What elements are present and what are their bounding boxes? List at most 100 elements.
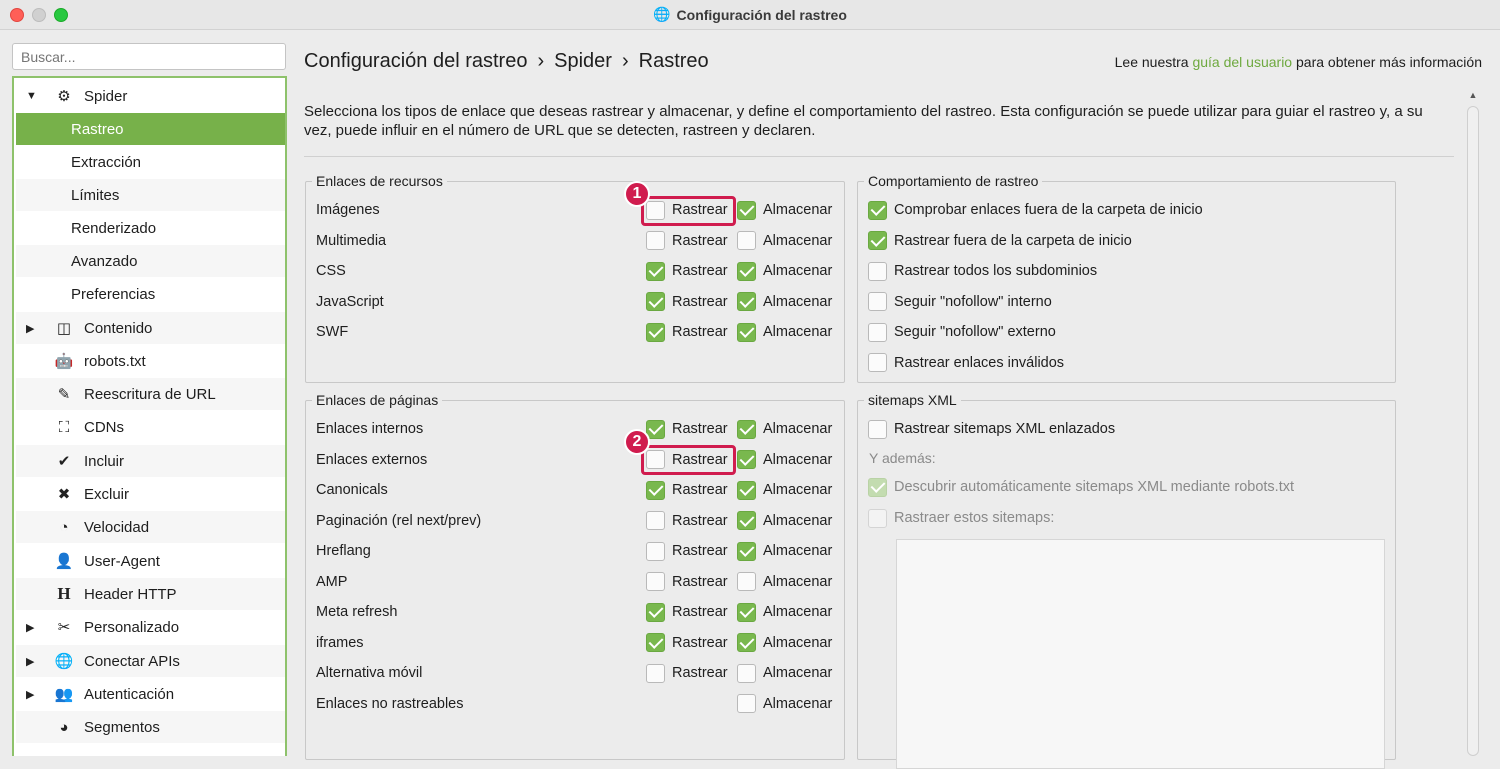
crawl-multimedia-checkbox[interactable]: Rastrear — [646, 230, 728, 252]
scroll-up-icon[interactable]: ▲ — [1467, 90, 1479, 100]
checkbox-box[interactable] — [737, 450, 756, 469]
store-paginacion-rel-next-prev-checkbox[interactable]: Almacenar — [737, 510, 832, 532]
checkbox-box[interactable] — [868, 353, 887, 372]
behavior-seguir-nofollow-externo-checkbox[interactable]: Seguir "nofollow" externo — [868, 321, 1056, 343]
checkbox-box[interactable] — [737, 322, 756, 342]
checkbox-box[interactable] — [646, 511, 665, 530]
store-alternativa-movil-checkbox[interactable]: Almacenar — [737, 662, 832, 684]
sidebar-item-cdns[interactable]: ⛶ CDNs — [16, 411, 285, 443]
store-amp-checkbox[interactable]: Almacenar — [737, 571, 832, 593]
chevron-right-icon[interactable]: ▶ — [26, 621, 34, 634]
user-guide-link[interactable]: guía del usuario — [1192, 54, 1292, 70]
close-window-button[interactable] — [10, 8, 24, 22]
checkbox-box[interactable] — [737, 633, 756, 652]
checkbox-box[interactable] — [646, 231, 665, 250]
checkbox-box[interactable] — [737, 572, 756, 591]
behavior-rastrear-todos-los-subdominios-checkbox[interactable]: Rastrear todos los subdominios — [868, 260, 1097, 282]
crawl-iframes-checkbox[interactable]: Rastrear — [646, 632, 728, 654]
crawl-enlaces-internos-checkbox[interactable]: Rastrear — [646, 418, 728, 440]
checkbox-box[interactable] — [737, 200, 756, 220]
checkbox-box[interactable] — [737, 602, 756, 622]
sidebar-item-header-http[interactable]: H Header HTTP — [16, 578, 285, 610]
search-input[interactable] — [12, 43, 286, 70]
sidebar-item-incluir[interactable]: ✔ Incluir — [16, 445, 285, 477]
crawl-paginacion-rel-next-prev-checkbox[interactable]: Rastrear — [646, 510, 728, 532]
checkbox-box[interactable] — [646, 633, 665, 652]
checkbox-box[interactable] — [646, 663, 665, 683]
checkbox-box[interactable] — [737, 419, 756, 439]
behavior-seguir-nofollow-interno-checkbox[interactable]: Seguir "nofollow" interno — [868, 291, 1052, 313]
checkbox-box[interactable] — [646, 322, 665, 342]
store-canonicals-checkbox[interactable]: Almacenar — [737, 479, 832, 501]
store-iframes-checkbox[interactable]: Almacenar — [737, 632, 832, 654]
crawl-amp-checkbox[interactable]: Rastrear — [646, 571, 728, 593]
chevron-down-icon[interactable]: ▼ — [26, 90, 37, 102]
checkbox-box[interactable] — [737, 511, 756, 530]
sitemaps-list[interactable] — [896, 539, 1385, 769]
checkbox-box[interactable] — [737, 231, 756, 250]
checkbox-box[interactable] — [868, 200, 887, 220]
checkbox-box[interactable] — [737, 292, 756, 311]
checkbox-box[interactable] — [868, 419, 887, 439]
crawl-canonicals-checkbox[interactable]: Rastrear — [646, 479, 728, 501]
checkbox-box[interactable] — [868, 322, 887, 342]
checkbox-box[interactable] — [737, 541, 756, 561]
checkbox-box[interactable] — [646, 480, 665, 500]
behavior-rastrear-enlaces-invalidos-checkbox[interactable]: Rastrear enlaces inválidos — [868, 352, 1064, 374]
sidebar-item-segmentos[interactable]: ◕ Segmentos — [16, 711, 285, 743]
minimize-window-button[interactable] — [32, 8, 46, 22]
checkbox-box[interactable] — [646, 261, 665, 281]
store-imagenes-checkbox[interactable]: Almacenar — [737, 199, 832, 221]
behavior-comprobar-enlaces-fuera-de-la-carpeta-de-inicio-checkbox[interactable]: Comprobar enlaces fuera de la carpeta de… — [868, 199, 1203, 221]
checkbox-box[interactable] — [646, 572, 665, 591]
crawl-hreflang-checkbox[interactable]: Rastrear — [646, 540, 728, 562]
behavior-rastrear-fuera-de-la-carpeta-de-inicio-checkbox[interactable]: Rastrear fuera de la carpeta de inicio — [868, 230, 1132, 252]
chevron-right-icon[interactable]: ▶ — [26, 322, 34, 335]
sidebar-item-conectar-apis[interactable]: ▶ 🌐 Conectar APIs — [16, 645, 285, 677]
sidebar-item-velocidad[interactable]: ◔ Velocidad — [16, 511, 285, 543]
sidebar-item-limites[interactable]: Límites — [16, 179, 285, 211]
store-multimedia-checkbox[interactable]: Almacenar — [737, 230, 832, 252]
maximize-window-button[interactable] — [54, 8, 68, 22]
sidebar-item-excluir[interactable]: ✖ Excluir — [16, 478, 285, 510]
store-enlaces-internos-checkbox[interactable]: Almacenar — [737, 418, 832, 440]
sidebar-item-autenticacion[interactable]: ▶ 👥 Autenticación — [16, 678, 285, 710]
sidebar-item-user-agent[interactable]: 👤 User-Agent — [16, 545, 285, 577]
chevron-right-icon[interactable]: ▶ — [26, 688, 34, 701]
store-enlaces-no-rastreables-checkbox[interactable]: Almacenar — [737, 693, 832, 715]
checkbox-box[interactable] — [868, 292, 887, 311]
checkbox-box[interactable] — [737, 663, 756, 683]
crawl-javascript-checkbox[interactable]: Rastrear — [646, 291, 728, 313]
checkbox-box[interactable] — [868, 261, 887, 281]
crawl-meta-refresh-checkbox[interactable]: Rastrear — [646, 601, 728, 623]
sidebar-item-avanzado[interactable]: Avanzado — [16, 245, 285, 277]
crawl-alternativa-movil-checkbox[interactable]: Rastrear — [646, 662, 728, 684]
sidebar-item-url-rewriting[interactable]: ✎ Reescritura de URL — [16, 378, 285, 410]
crawl-swf-checkbox[interactable]: Rastrear — [646, 321, 728, 343]
sidebar-item-extraccion[interactable]: Extracción — [16, 146, 285, 178]
sidebar-item-robots[interactable]: 🤖 robots.txt — [16, 345, 285, 377]
checkbox-box[interactable] — [646, 602, 665, 622]
store-javascript-checkbox[interactable]: Almacenar — [737, 291, 832, 313]
checkbox-box[interactable] — [646, 541, 665, 561]
store-enlaces-externos-checkbox[interactable]: Almacenar — [737, 449, 832, 471]
crawl-linked-sitemaps-checkbox[interactable]: Rastrear sitemaps XML enlazados — [868, 418, 1115, 440]
chevron-right-icon[interactable]: ▶ — [26, 655, 34, 668]
sidebar-item-preferencias[interactable]: Preferencias — [16, 278, 285, 310]
store-meta-refresh-checkbox[interactable]: Almacenar — [737, 601, 832, 623]
store-swf-checkbox[interactable]: Almacenar — [737, 321, 832, 343]
sidebar-item-personalizado[interactable]: ▶ ✂ Personalizado — [16, 611, 285, 643]
store-css-checkbox[interactable]: Almacenar — [737, 260, 832, 282]
checkbox-box[interactable] — [737, 480, 756, 500]
sidebar-item-renderizado[interactable]: Renderizado — [16, 212, 285, 244]
crawl-css-checkbox[interactable]: Rastrear — [646, 260, 728, 282]
scrollbar[interactable] — [1467, 106, 1479, 756]
checkbox-box[interactable] — [737, 261, 756, 281]
store-hreflang-checkbox[interactable]: Almacenar — [737, 540, 832, 562]
sidebar-item-contenido[interactable]: ▶ ◫ Contenido — [16, 312, 285, 344]
sidebar-item-rastreo[interactable]: Rastreo — [16, 113, 285, 145]
checkbox-box[interactable] — [737, 694, 756, 713]
sidebar-item-spider[interactable]: ▼ ⚙ Spider — [16, 80, 285, 112]
checkbox-box[interactable] — [868, 231, 887, 250]
checkbox-box[interactable] — [646, 292, 665, 311]
